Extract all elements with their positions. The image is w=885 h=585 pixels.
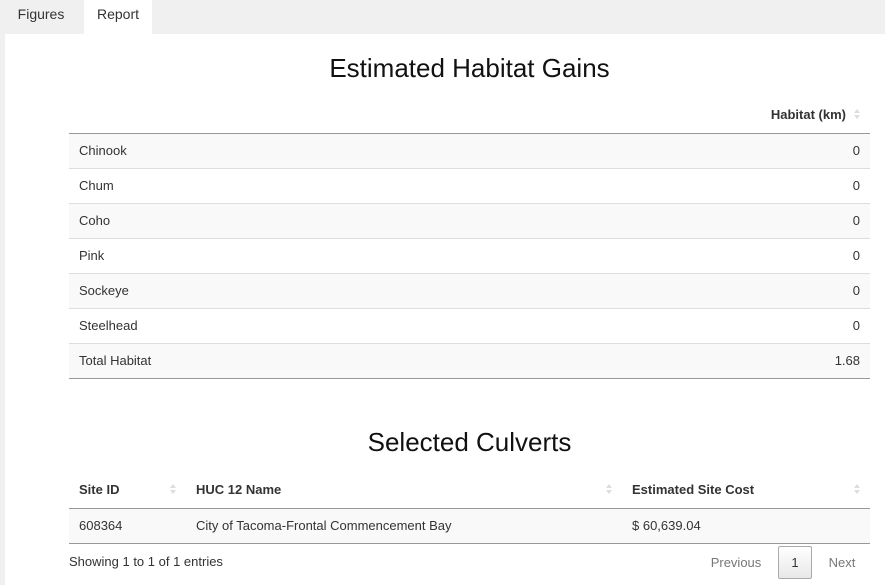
habitat-title: Estimated Habitat Gains (329, 53, 610, 83)
culverts-title: Selected Culverts (367, 427, 572, 457)
habitat-column-header[interactable]: Habitat (km) (69, 96, 870, 134)
sort-icon (854, 484, 860, 495)
column-header-site-cost[interactable]: Estimated Site Cost (622, 471, 870, 509)
habitat-value: 0 (606, 133, 870, 168)
table-info: Showing 1 to 1 of 1 entries (69, 554, 223, 569)
species-name: Sockeye (69, 272, 607, 308)
habitat-value: 1.68 (606, 342, 870, 379)
header-label: HUC 12 Name (196, 481, 282, 497)
sort-icon (170, 484, 176, 495)
sort-icon (606, 484, 612, 495)
table-row: Chum 0 (69, 167, 870, 203)
pagination-next[interactable]: Next (817, 546, 867, 579)
species-name: Chinook (69, 133, 607, 168)
pagination-page-1[interactable]: 1 (778, 546, 812, 579)
header-label: Estimated Site Cost (632, 481, 755, 497)
habitat-header-label: Habitat (km) (770, 106, 846, 122)
table-row: Chinook 0 (69, 133, 870, 168)
species-name: Chum (69, 167, 607, 203)
report-panel: Estimated Habitat Gains Habitat (km) Chi… (5, 34, 885, 585)
culverts-table: Site ID HUC 12 Name Estimated Site Cost … (69, 471, 870, 544)
tab-report[interactable]: Report (84, 0, 152, 34)
habitat-value: 0 (606, 202, 870, 238)
column-header-site-id[interactable]: Site ID (69, 471, 186, 509)
table-row: Pink 0 (69, 237, 870, 273)
species-name: Total Habitat (69, 342, 607, 379)
tab-figures[interactable]: Figures (5, 0, 77, 34)
table-row: Sockeye 0 (69, 272, 870, 308)
table-row: Coho 0 (69, 202, 870, 238)
species-name: Coho (69, 202, 607, 238)
species-name: Pink (69, 237, 607, 273)
species-name: Steelhead (69, 307, 607, 343)
habitat-value: 0 (606, 307, 870, 343)
habitat-table: Habitat (km) Chinook 0 Chum 0 Coho 0 Pin… (69, 96, 870, 379)
site-cost-cell: $ 60,639.04 (622, 508, 870, 544)
tab-bar: Figures Report (0, 0, 885, 34)
table-row: 608364 City of Tacoma-Frontal Commenceme… (69, 508, 870, 544)
habitat-value: 0 (606, 272, 870, 308)
table-row: Total Habitat 1.68 (69, 342, 870, 379)
huc-name-cell: City of Tacoma-Frontal Commencement Bay (186, 508, 622, 544)
header-label: Site ID (79, 481, 120, 497)
sort-icon (854, 109, 860, 120)
column-header-huc-name[interactable]: HUC 12 Name (186, 471, 622, 509)
table-row: Steelhead 0 (69, 307, 870, 343)
habitat-value: 0 (606, 167, 870, 203)
habitat-value: 0 (606, 237, 870, 273)
site-id-cell: 608364 (69, 508, 186, 544)
pagination-previous[interactable]: Previous (697, 546, 775, 579)
